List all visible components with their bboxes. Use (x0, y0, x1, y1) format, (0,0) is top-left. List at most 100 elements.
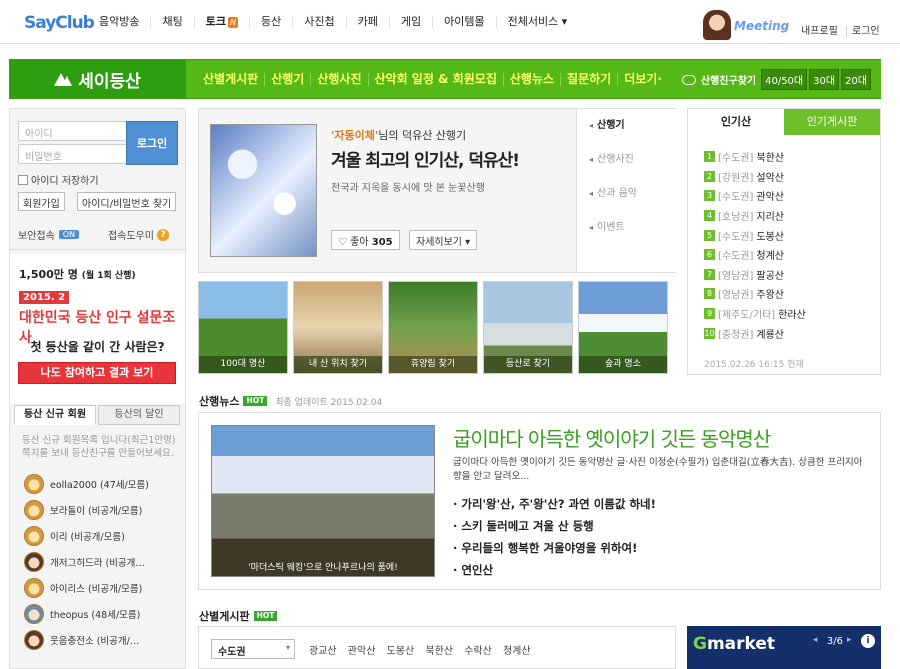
friend-finder-label[interactable]: 산행친구찾기 (701, 72, 756, 87)
menu-question[interactable]: 질문하기 (560, 72, 617, 86)
member-note: 등산 신규 회원목록 입니다(최근1만명) 쪽지를 보내 등산친구를 만들어보세… (22, 435, 176, 459)
region-select[interactable]: 수도권 (211, 639, 295, 659)
sayclub-logo[interactable]: SayClub (24, 13, 95, 33)
password-input[interactable]: 비밀번호 (18, 144, 128, 164)
hiking-title[interactable]: 세이등산 (9, 60, 186, 98)
menu-board[interactable]: 산별게시판 (197, 72, 264, 86)
nav-photo[interactable]: 사진첩 (292, 16, 345, 28)
ranking-item[interactable]: 9 [제주도/기타] 한라산 (704, 304, 806, 324)
meeting-link[interactable]: Meeting (734, 19, 789, 33)
news-link[interactable]: · 가리'왕'산, 주'왕'산? 과연 이름값 하네! (453, 496, 656, 518)
news-link[interactable]: · 스키 둘러메고 겨울 산 등행 (453, 518, 656, 540)
list-item[interactable]: 개저그히드라 (비공개… (24, 549, 149, 575)
hiking-menu: 산별게시판 산행기 산행사진 산악회 일정 & 회원모집 산행뉴스 질문하기 더… (197, 60, 668, 98)
ranking-item[interactable]: 7 [영남권] 팔공산 (704, 265, 806, 285)
next-arrow-icon[interactable]: ▸ (847, 635, 857, 647)
featured-image[interactable] (210, 124, 317, 257)
list-item[interactable]: 이리 (비공개/모름) (24, 523, 149, 549)
news-title-label[interactable]: 산행뉴스 (199, 393, 239, 409)
ranking-item[interactable]: 2 [강원권] 설악산 (704, 167, 806, 187)
ranking-item[interactable]: 6 [수도권] 청계산 (704, 245, 806, 265)
age-40-50[interactable]: 40/50대 (761, 69, 808, 90)
nav-music[interactable]: 음악방송 (88, 16, 150, 28)
ranking-item[interactable]: 1 [수도권] 북한산 (704, 147, 806, 167)
ranking-item[interactable]: 3 [수도권] 관악산 (704, 186, 806, 206)
board-box: 수도권 광교산 관악산 도봉산 북한산 수락산 청계산 (198, 626, 676, 669)
list-item[interactable]: eolla2000 (47세/모름) (24, 471, 149, 497)
news-caption[interactable]: '마더스틱 웨킹'으로 안나푸르나의 품에! (211, 560, 435, 573)
thumb-find-location[interactable]: 내 산 위치 찾기 (293, 281, 383, 374)
tab-new-members[interactable]: 등산 신규 회원 (14, 405, 96, 425)
featured-story: '자동이체'님의 덕유산 산행기 겨울 최고의 인기산, 덕유산! 천국과 지옥… (198, 108, 676, 273)
list-item[interactable]: 보라돌이 (비공개/모름) (24, 497, 149, 523)
menu-club-schedule[interactable]: 산악회 일정 & 회원모집 (367, 72, 503, 86)
info-icon[interactable]: i (861, 634, 875, 648)
thumb-trail[interactable]: 등산로 찾기 (483, 281, 573, 374)
news-image[interactable] (211, 425, 435, 577)
menu-hiking-log[interactable]: 산행기 (264, 72, 310, 86)
featured-links: 산행기 산행사진 산과 음악 이벤트 (576, 109, 676, 272)
list-item[interactable]: 아이리스 (비공개/모름) (24, 575, 149, 601)
link-hiking-log[interactable]: 산행기 (577, 109, 676, 143)
nav-game[interactable]: 게임 (388, 16, 432, 28)
link-mountain-music[interactable]: 산과 음악 (577, 177, 676, 211)
thumb-forest-resort[interactable]: 휴양림 찾기 (388, 281, 478, 374)
mountain-link[interactable]: 북한산 (425, 646, 453, 657)
secure-login[interactable]: 보안접속 ON (18, 227, 80, 242)
my-profile-link[interactable]: 내프로필 (796, 26, 843, 37)
age-30[interactable]: 30대 (809, 69, 840, 90)
nav-hiking[interactable]: 등산 (248, 16, 292, 28)
like-button[interactable]: ♡ 좋아 305 (331, 230, 400, 250)
save-id-checkbox[interactable]: 아이디 저장하기 (18, 172, 99, 187)
news-link[interactable]: · 우리들의 행복한 겨울야영을 위하여! (453, 540, 656, 562)
secure-on-badge[interactable]: ON (58, 230, 80, 239)
survey-join-button[interactable]: 나도 참여하고 결과 보기 (18, 362, 176, 384)
quick-thumbnails: 100대 명산 내 산 위치 찾기 휴양림 찾기 등산로 찾기 숲과 명소 (198, 281, 668, 374)
tab-hiking-masters[interactable]: 등산의 달인 (98, 405, 180, 425)
ranking-item[interactable]: 5 [수도권] 도봉산 (704, 225, 806, 245)
nav-all-services[interactable]: 전체서비스 ▾ (495, 16, 579, 28)
tab-popular-mountains[interactable]: 인기산 (688, 109, 784, 135)
find-account-button[interactable]: 아이디/비밀번호 찾기 (77, 192, 177, 211)
news-headline[interactable]: 굽이마다 아득한 옛이야기 깃든 동악명산 (453, 423, 771, 452)
gmarket-ad[interactable]: Gmarket ◂ 3/6 ▸ i (687, 626, 881, 669)
more-button[interactable]: 자세히보기 ▾ (409, 230, 478, 250)
mountain-link[interactable]: 관악산 (348, 646, 376, 657)
news-link[interactable]: · 연인산 (453, 562, 656, 584)
nav-cafe[interactable]: 카페 (345, 16, 389, 28)
meeting-avatar[interactable] (703, 10, 731, 40)
gmarket-logo: Gmarket (693, 634, 776, 654)
mountain-link[interactable]: 청계산 (503, 646, 531, 657)
people-icon (681, 74, 696, 85)
nav-talk[interactable]: 토크 N (193, 16, 249, 28)
login-help[interactable]: 접속도우미 ? (108, 227, 169, 242)
survey-banner[interactable]: 1,500만 명 (월 1회 산행) 2015. 2 대한민국 등산 인구 설문… (10, 254, 185, 404)
menu-news[interactable]: 산행뉴스 (502, 72, 560, 86)
nav-chat[interactable]: 채팅 (150, 16, 193, 28)
tab-popular-boards[interactable]: 인기게시판 (784, 109, 880, 135)
login-link[interactable]: 로그인 (846, 26, 885, 37)
nav-itemmall[interactable]: 아이템몰 (432, 16, 495, 28)
featured-title[interactable]: 겨울 최고의 인기산, 덕유산! (331, 146, 520, 171)
news-box: '마더스틱 웨킹'으로 안나푸르나의 품에! 굽이마다 아득한 옛이야기 깃든 … (198, 412, 881, 590)
ranking-item[interactable]: 8 [영남권] 주왕산 (704, 284, 806, 304)
login-button[interactable]: 로그인 (126, 121, 178, 165)
mountain-link[interactable]: 수락산 (464, 646, 492, 657)
link-event[interactable]: 이벤트 (577, 211, 676, 245)
mountain-link[interactable]: 광교산 (309, 646, 337, 657)
age-20[interactable]: 20대 (841, 69, 871, 90)
thumb-forest-spots[interactable]: 숲과 명소 (578, 281, 668, 374)
list-item[interactable]: theopus (48세/모름) (24, 601, 149, 627)
menu-more[interactable]: 더보기· (617, 72, 668, 86)
join-button[interactable]: 회원가입 (18, 192, 65, 211)
link-hiking-photo[interactable]: 산행사진 (577, 143, 676, 177)
id-input[interactable]: 아이디 (18, 121, 128, 141)
ranking-item[interactable]: 10 [충청권] 계룡산 (704, 323, 806, 343)
ranking-item[interactable]: 4 [호남권] 지리산 (704, 206, 806, 226)
list-item[interactable]: 웃음충전소 (비공개/… (24, 627, 149, 653)
prev-arrow-icon[interactable]: ◂ (813, 635, 823, 647)
mountain-link[interactable]: 도봉산 (387, 646, 415, 657)
board-title-label[interactable]: 산별게시판 (199, 608, 250, 624)
thumb-100-mountains[interactable]: 100대 명산 (198, 281, 288, 374)
menu-hiking-photo[interactable]: 산행사진 (310, 72, 367, 86)
